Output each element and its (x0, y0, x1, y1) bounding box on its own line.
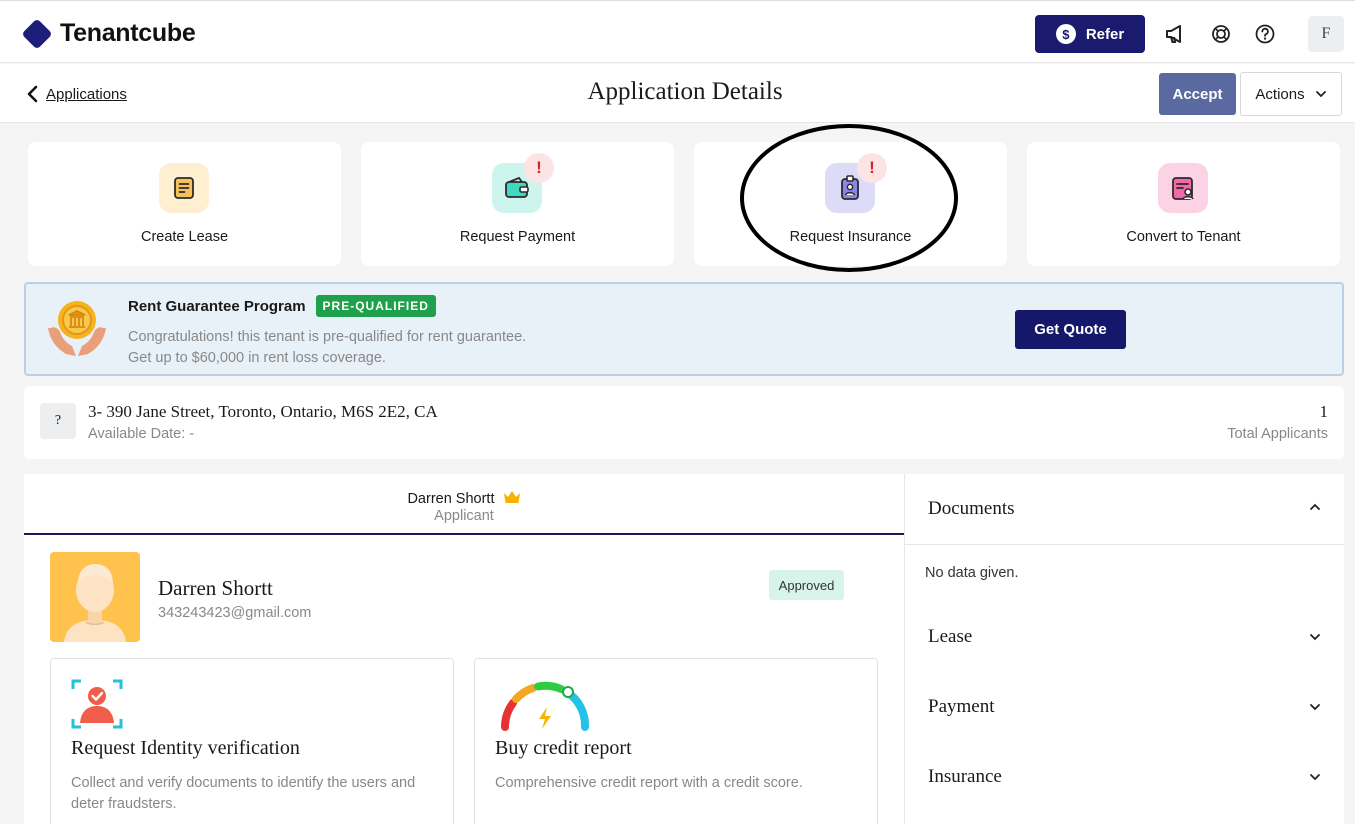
page-header: Applications Application Details Accept … (0, 64, 1355, 123)
banner-title: Rent Guarantee Program (128, 297, 306, 315)
applicant-tab-role: Applicant (434, 508, 494, 524)
brand-name: Tenantcube (60, 19, 196, 47)
contract-icon (1158, 163, 1208, 213)
pre-qualified-badge: PRE-QUALIFIED (315, 295, 436, 317)
rent-guarantee-banner: Rent Guarantee Program PRE-QUALIFIED Con… (24, 282, 1344, 376)
chevron-down-icon[interactable] (1308, 632, 1322, 642)
credit-report-title: Buy credit report (495, 737, 632, 759)
applicant-panel: Darren Shortt Applicant Darren Shortt 34… (24, 474, 904, 824)
applicant-avatar (50, 552, 140, 642)
page-title: Application Details (587, 78, 783, 105)
support-icon[interactable] (1210, 23, 1232, 45)
lease-section-header[interactable]: Lease (928, 626, 972, 648)
chevron-up-icon[interactable] (1308, 502, 1322, 512)
available-date: Available Date: - (88, 426, 195, 442)
applicant-name: Darren Shortt (158, 576, 273, 600)
chevron-down-icon[interactable] (1308, 702, 1322, 712)
dollar-circle-icon: $ (1055, 24, 1076, 44)
insurance-alert-badge: ! (857, 153, 887, 183)
get-quote-button[interactable]: Get Quote (1015, 310, 1126, 349)
property-placeholder-icon: ? (40, 403, 76, 439)
identity-scan-icon (71, 679, 123, 729)
applicant-email: 343243423@gmail.com (158, 605, 312, 621)
create-lease-label: Create Lease (140, 229, 229, 245)
banner-line-2: Get up to $60,000 in rent loss coverage. (128, 350, 386, 366)
insurance-section-header[interactable]: Insurance (928, 766, 1002, 788)
coin-hands-icon (48, 301, 106, 356)
megaphone-icon[interactable] (1164, 23, 1186, 45)
actions-dropdown[interactable]: Actions (1240, 72, 1342, 116)
side-panel: Documents No data given. Lease Payment I… (904, 474, 1345, 824)
document-icon (159, 163, 209, 213)
identity-verification-title: Request Identity verification (71, 737, 300, 759)
user-avatar[interactable]: F (1308, 16, 1344, 52)
payment-section-header[interactable]: Payment (928, 696, 995, 718)
identity-verification-card[interactable]: Request Identity verification Collect an… (50, 658, 454, 824)
total-applicants-count: 1 (1319, 402, 1329, 421)
property-summary: ? 3- 390 Jane Street, Toronto, Ontario, … (24, 386, 1344, 459)
refer-button[interactable]: $ Refer (1035, 15, 1145, 53)
convert-to-tenant-card[interactable]: Convert to Tenant (1027, 142, 1340, 266)
section-divider (905, 544, 1345, 545)
accept-button[interactable]: Accept (1159, 73, 1236, 115)
credit-gauge-icon (501, 681, 590, 731)
help-icon[interactable] (1254, 23, 1276, 45)
convert-to-tenant-label: Convert to Tenant (1126, 229, 1241, 245)
credit-report-card[interactable]: Buy credit report Comprehensive credit r… (474, 658, 878, 824)
credit-report-desc: Comprehensive credit report with a credi… (495, 775, 803, 791)
documents-empty-text: No data given. (925, 565, 1019, 581)
request-insurance-label: Request Insurance (789, 229, 912, 245)
refer-label: Refer (1085, 25, 1125, 43)
payment-alert-badge: ! (524, 153, 554, 183)
brand-logo[interactable]: Tenantcube (21, 17, 196, 50)
request-insurance-card[interactable]: ! Request Insurance (694, 142, 1007, 266)
documents-section-header[interactable]: Documents (928, 498, 1015, 520)
request-payment-card[interactable]: ! Request Payment (361, 142, 674, 266)
total-applicants-label: Total Applicants (1227, 426, 1328, 442)
status-badge: Approved (769, 570, 844, 600)
applicant-tab-name: Darren Shortt (407, 491, 495, 507)
applicant-tab[interactable]: Darren Shortt Applicant (24, 474, 904, 535)
top-navbar: Tenantcube $ Refer F (0, 0, 1355, 63)
request-payment-label: Request Payment (459, 229, 576, 245)
actions-label: Actions (1255, 85, 1305, 103)
brand-diamond-icon (21, 17, 53, 50)
crown-icon (503, 491, 520, 503)
chevron-down-icon[interactable] (1308, 772, 1322, 782)
create-lease-card[interactable]: Create Lease (28, 142, 341, 266)
chevron-down-icon (1315, 91, 1326, 98)
property-address: 3- 390 Jane Street, Toronto, Ontario, M6… (88, 402, 438, 421)
identity-verification-desc: Collect and verify documents to identify… (71, 775, 416, 812)
banner-line-1: Congratulations! this tenant is pre-qual… (128, 329, 527, 345)
